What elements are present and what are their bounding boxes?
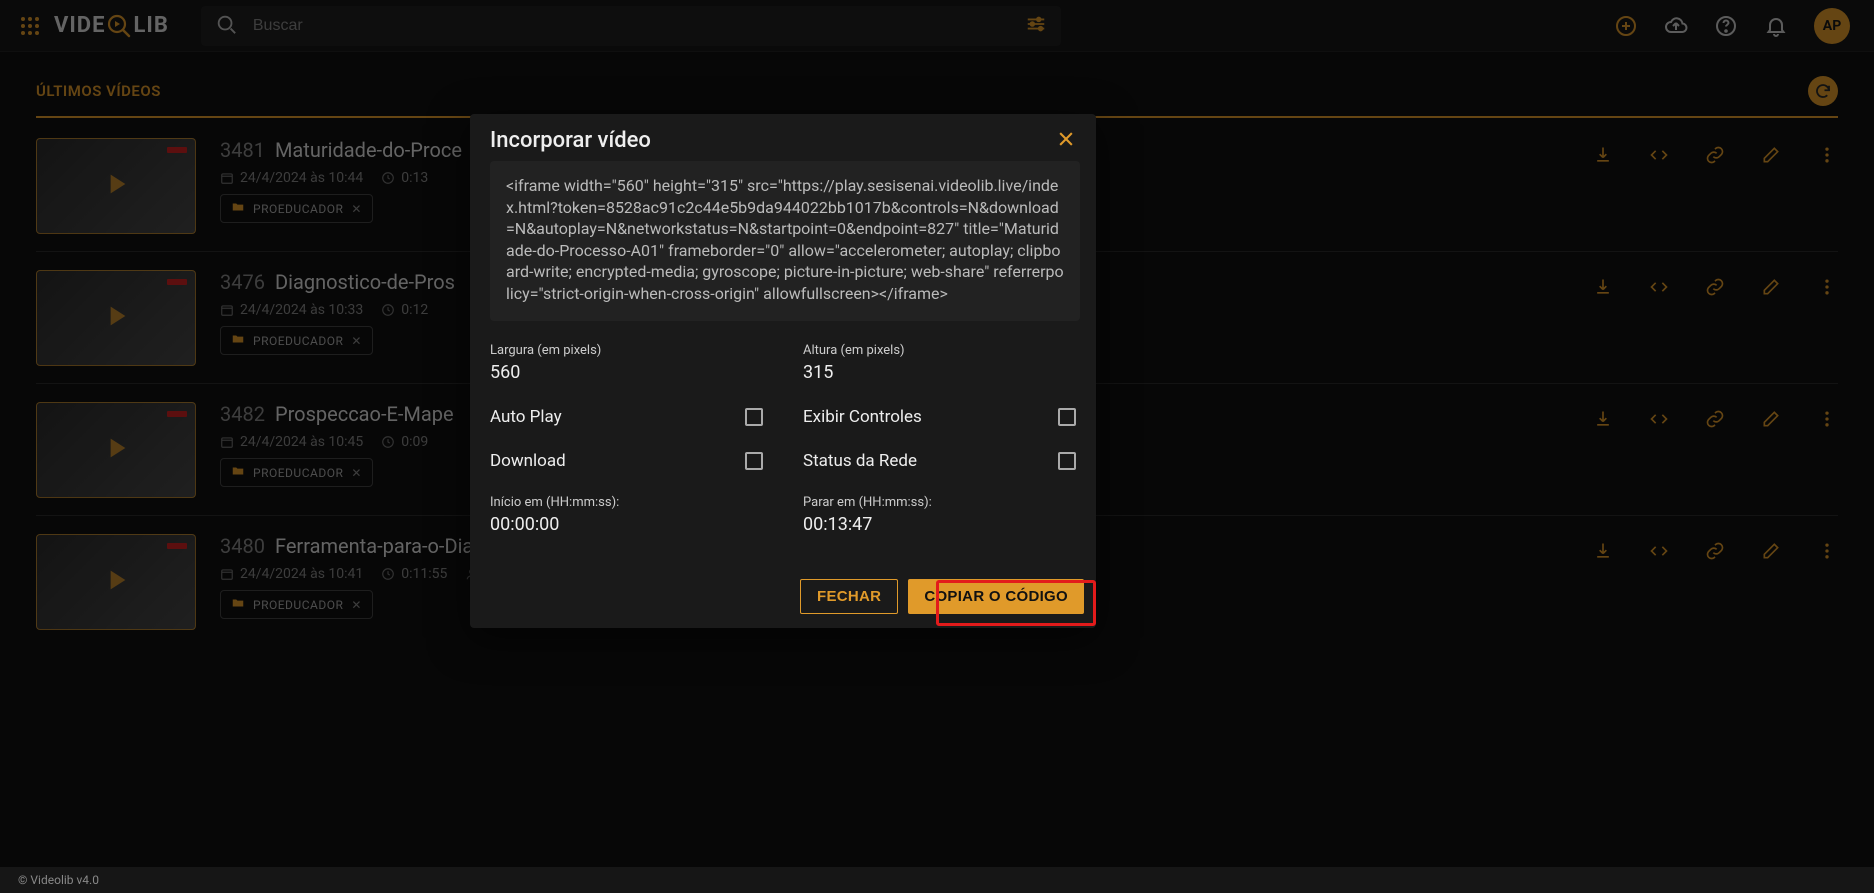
embed-modal: Incorporar vídeo <iframe width="560" hei… <box>470 114 1096 628</box>
height-label: Altura (em pixels) <box>803 343 1076 358</box>
copy-code-button[interactable]: COPIAR O CÓDIGO <box>908 579 1084 614</box>
download-checkbox[interactable] <box>745 452 763 470</box>
width-label: Largura (em pixels) <box>490 343 763 358</box>
footer-text: © Videolib v4.0 <box>18 873 99 887</box>
controls-checkbox[interactable] <box>1058 408 1076 426</box>
modal-scroll[interactable]: <iframe width="560" height="315" src="ht… <box>490 161 1096 569</box>
download-label: Download <box>490 451 566 471</box>
footer: © Videolib v4.0 <box>0 867 1874 893</box>
stop-label: Parar em (HH:mm:ss): <box>803 495 1076 510</box>
modal-title: Incorporar vídeo <box>490 128 651 153</box>
autoplay-label: Auto Play <box>490 407 562 427</box>
height-value[interactable]: 315 <box>803 362 1076 383</box>
start-value[interactable]: 00:00:00 <box>490 514 763 535</box>
close-icon[interactable] <box>1056 129 1076 153</box>
embed-code-box[interactable]: <iframe width="560" height="315" src="ht… <box>490 161 1080 321</box>
network-label: Status da Rede <box>803 451 917 471</box>
width-value[interactable]: 560 <box>490 362 763 383</box>
network-checkbox[interactable] <box>1058 452 1076 470</box>
controls-label: Exibir Controles <box>803 407 922 427</box>
autoplay-checkbox[interactable] <box>745 408 763 426</box>
embed-code-text: <iframe width="560" height="315" src="ht… <box>506 176 1064 303</box>
stop-value[interactable]: 00:13:47 <box>803 514 1076 535</box>
close-button[interactable]: FECHAR <box>800 579 898 614</box>
start-label: Início em (HH:mm:ss): <box>490 495 763 510</box>
